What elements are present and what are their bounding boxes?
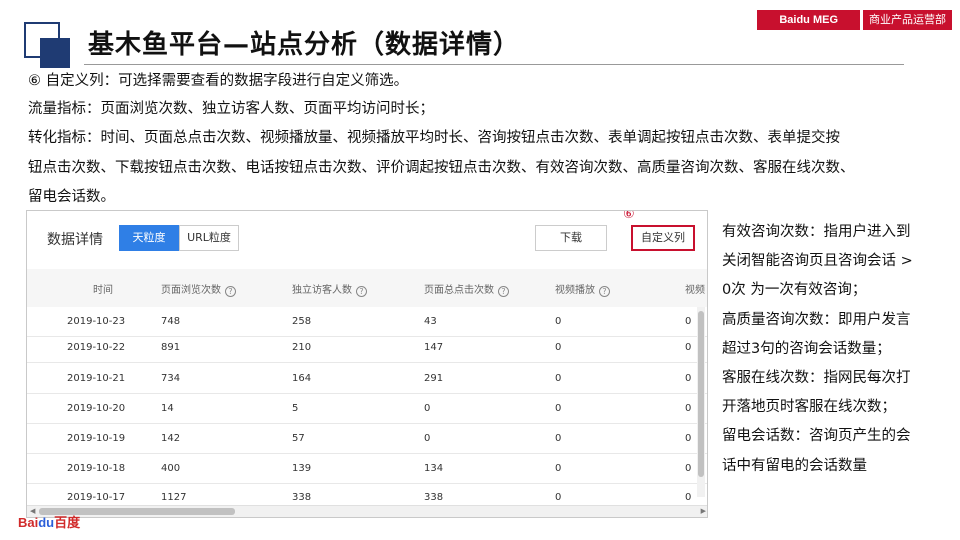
table-cell: 400 xyxy=(161,463,181,474)
table-cell: 147 xyxy=(424,342,444,353)
page-title: 基木鱼平台—站点分析（数据详情） xyxy=(88,30,521,60)
table-cell: 338 xyxy=(424,492,444,503)
brand-bar: Baidu MEG 商业产品运营部 xyxy=(757,10,952,30)
table-header: 时间 页面浏览次数? 独立访客人数? 页面总点击次数? 视频播放? 视频 xyxy=(27,269,707,307)
table-cell: 748 xyxy=(161,316,181,327)
table-cell: 142 xyxy=(161,433,181,444)
definition-line: 有效咨询次数：指用户进入到 xyxy=(722,224,911,240)
table-cell: 2019-10-21 xyxy=(67,373,126,384)
table-cell: 891 xyxy=(161,342,181,353)
intro-line-3: 转化指标：时间、页面总点击次数、视频播放量、视频播放平均时长、咨询按钮点击次数、… xyxy=(28,130,840,146)
column-header: 独立访客人数? xyxy=(292,281,367,297)
table-cell: 0 xyxy=(685,316,692,327)
table-cell: 0 xyxy=(424,433,431,444)
panel-title: 数据详情 xyxy=(47,232,103,248)
table-cell: 0 xyxy=(555,492,562,503)
day-granularity-tab[interactable]: 天粒度 xyxy=(119,225,179,251)
table-row: 2019-10-21 734 164 291 0 0 xyxy=(27,364,707,394)
table-cell: 0 xyxy=(685,403,692,414)
table-cell: 0 xyxy=(424,403,431,414)
table-cell: 291 xyxy=(424,373,444,384)
table-cell: 258 xyxy=(292,316,312,327)
column-header: 视频播放? xyxy=(555,281,610,297)
table-cell: 57 xyxy=(292,433,305,444)
help-icon[interactable]: ? xyxy=(356,286,367,297)
table-cell: 2019-10-22 xyxy=(67,342,126,353)
intro-line-4: 钮点击次数、下载按钮点击次数、电话按钮点击次数、评价调起按钮点击次数、有效咨询次… xyxy=(28,160,855,176)
definition-line: 客服在线次数：指网民每次打 xyxy=(722,370,911,387)
table-cell: 2019-10-19 xyxy=(67,433,126,444)
definition-line: 留电会话数：咨询页产生的会 xyxy=(722,428,911,445)
metric-definitions: 有效咨询次数：指用户进入到 关闭智能咨询页且咨询会话 > 0次 为一次有效咨询；… xyxy=(722,218,952,481)
table-cell: 338 xyxy=(292,492,312,503)
help-icon[interactable]: ? xyxy=(498,286,509,297)
table-row: 2019-10-20 14 5 0 0 0 xyxy=(27,394,707,424)
url-granularity-tab[interactable]: URL粒度 xyxy=(179,225,239,251)
table-cell: 0 xyxy=(685,433,692,444)
table-row: 2019-10-18 400 139 134 0 0 xyxy=(27,454,707,484)
vertical-scrollbar[interactable] xyxy=(697,307,705,497)
table-cell: 134 xyxy=(424,463,444,474)
table-cell: 5 xyxy=(292,403,299,414)
table-cell: 14 xyxy=(161,403,174,414)
brand-label: Baidu MEG xyxy=(757,10,860,30)
table-cell: 164 xyxy=(292,373,312,384)
table-cell: 0 xyxy=(685,373,692,384)
data-detail-panel: 数据详情 天粒度 URL粒度 下载 自定义列 ⑥ 时间 页面浏览次数? 独立访客… xyxy=(26,210,708,518)
table-cell: 0 xyxy=(685,463,692,474)
intro-line-2: 流量指标：页面浏览次数、独立访客人数、页面平均访问时长； xyxy=(28,101,434,117)
download-button[interactable]: 下载 xyxy=(535,225,607,251)
definition-line: 超过3句的咨询会话数量； xyxy=(722,340,891,357)
table-cell: 0 xyxy=(555,433,562,444)
definition-line: 0次 为一次有效咨询； xyxy=(722,282,867,299)
department-label: 商业产品运营部 xyxy=(862,10,952,30)
help-icon[interactable]: ? xyxy=(225,286,236,297)
definition-line: 高质量咨询次数：即用户发言 xyxy=(722,311,911,328)
table-cell: 43 xyxy=(424,316,437,327)
baidu-logo: Baidu百度 xyxy=(18,515,81,530)
logo-square-fill xyxy=(40,38,70,68)
table-cell: 2019-10-23 xyxy=(67,316,126,327)
table-cell: 0 xyxy=(555,463,562,474)
step-marker: ⑥ xyxy=(623,210,635,222)
table-row: 2019-10-19 142 57 0 0 0 xyxy=(27,424,707,454)
table-cell: 2019-10-20 xyxy=(67,403,126,414)
column-header: 页面浏览次数? xyxy=(161,281,236,297)
intro-line-5: 留电会话数。 xyxy=(28,189,115,205)
column-header: 页面总点击次数? xyxy=(424,281,509,297)
table-cell: 2019-10-17 xyxy=(67,492,126,503)
intro-line-1: ⑥ 自定义列：可选择需要查看的数据字段进行自定义筛选。 xyxy=(28,73,409,89)
horizontal-scrollbar[interactable]: ◀ ▶ xyxy=(27,505,707,517)
table-cell: 0 xyxy=(555,373,562,384)
custom-columns-button[interactable]: 自定义列 xyxy=(631,225,695,251)
scroll-right-arrow-icon[interactable]: ▶ xyxy=(701,506,706,517)
column-header: 视频 xyxy=(685,285,705,296)
table-cell: 0 xyxy=(555,316,562,327)
definition-line: 关闭智能咨询页且咨询会话 > xyxy=(722,253,913,270)
table-cell: 2019-10-18 xyxy=(67,463,126,474)
column-header: 时间 xyxy=(93,285,113,296)
table-cell: 734 xyxy=(161,373,181,384)
definition-line: 开落地页时客服在线次数； xyxy=(722,399,896,416)
table-cell: 0 xyxy=(685,342,692,353)
title-divider xyxy=(84,64,904,65)
help-icon[interactable]: ? xyxy=(599,286,610,297)
table-cell: 139 xyxy=(292,463,312,474)
definition-line: 话中有留电的会话数量 xyxy=(722,457,867,474)
table-cell: 0 xyxy=(555,403,562,414)
table-row: 2019-10-22 891 210 147 0 0 xyxy=(27,333,707,363)
vertical-scroll-thumb[interactable] xyxy=(698,311,704,477)
table-cell: 0 xyxy=(685,492,692,503)
table-cell: 210 xyxy=(292,342,312,353)
table-cell: 0 xyxy=(555,342,562,353)
table-cell: 1127 xyxy=(161,492,187,503)
